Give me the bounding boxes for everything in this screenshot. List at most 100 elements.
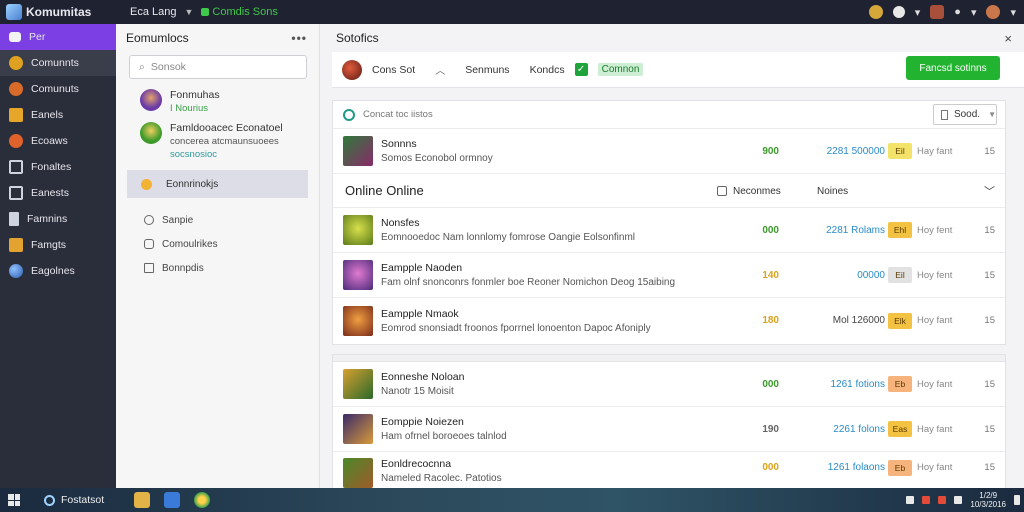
row-stat: Mol 126000 bbox=[832, 315, 885, 326]
filter-pill[interactable]: Comnon bbox=[597, 63, 644, 76]
status-indicator[interactable]: Comdis Sons bbox=[201, 6, 278, 18]
user-icon bbox=[144, 215, 154, 225]
results-panel: Concat toc iistos Sood. ▼ Sonnns Somos E… bbox=[332, 100, 1006, 345]
app-title: Komumitas bbox=[26, 5, 92, 19]
community-selected-item[interactable]: Eonnrinokjs bbox=[127, 170, 308, 198]
table-row[interactable]: Eonneshe Noloan Nanotr 15 Moisit 000 126… bbox=[333, 362, 1005, 407]
nav-label: Comunnts bbox=[31, 57, 79, 69]
bell-icon[interactable]: ● bbox=[954, 6, 961, 18]
clock-time: 1/2/9 bbox=[979, 491, 998, 500]
clock[interactable]: 1/2/9 10/3/2016 bbox=[970, 491, 1006, 509]
table-row[interactable]: Eampple Naoden Fam olnf snonconrs fonmle… bbox=[333, 253, 1005, 298]
table-row[interactable]: Eonldrecocnna Nameled Racolec. Patotios … bbox=[333, 452, 1005, 488]
row-badge[interactable]: Eas bbox=[888, 421, 912, 437]
security-icon[interactable] bbox=[922, 496, 931, 504]
nav-item-home[interactable]: Per bbox=[0, 24, 116, 50]
browser-icon[interactable] bbox=[194, 492, 211, 508]
nav-item-gifts[interactable]: Eanels bbox=[0, 102, 116, 128]
row-extra: Hay fant bbox=[917, 423, 953, 435]
row-badge[interactable]: Eb bbox=[888, 460, 912, 476]
column-header[interactable]: Noines bbox=[817, 186, 848, 197]
table-row[interactable]: Nonsfes Eomnooedoc Nam lonnlomy fomrose … bbox=[333, 208, 1005, 253]
checkbox-icon[interactable] bbox=[717, 186, 727, 196]
start-button-icon[interactable] bbox=[8, 494, 20, 506]
row-badge[interactable]: Eb bbox=[888, 376, 912, 392]
community-search-input[interactable]: ⌕ Sonsok bbox=[129, 55, 307, 79]
close-icon[interactable]: × bbox=[1004, 31, 1012, 46]
row-thumbnail bbox=[343, 136, 373, 166]
table-row[interactable]: Eampple Nmaok Eomrod snonsiadt froonos f… bbox=[333, 298, 1005, 343]
row-count: 15 bbox=[984, 378, 995, 390]
community-link-comments[interactable]: Comoulrikes bbox=[116, 232, 319, 256]
app-brand[interactable]: Komumitas bbox=[0, 0, 116, 24]
community-link-bonus[interactable]: Bonnpdis bbox=[116, 256, 319, 280]
folder-icon[interactable] bbox=[134, 492, 151, 508]
row-title: Sonnns bbox=[381, 138, 417, 150]
flag-icon bbox=[9, 212, 19, 226]
tab-members[interactable]: Senmuns bbox=[465, 64, 509, 76]
community-list-item[interactable]: Famldooacec Econatoel concerea atcmaunsu… bbox=[116, 114, 319, 160]
settings-icon[interactable]: ▾ bbox=[971, 6, 977, 19]
community-list-item[interactable]: Fonmuhas I Nourius bbox=[116, 79, 319, 114]
tab-kinds[interactable]: Kondcs bbox=[530, 64, 565, 76]
row-score: 900 bbox=[762, 145, 779, 157]
sort-select[interactable]: Sood. ▼ bbox=[933, 104, 997, 125]
chevron-up-icon[interactable]: ︿ bbox=[435, 62, 445, 77]
globe-icon[interactable] bbox=[892, 6, 905, 18]
primary-action-button[interactable]: Fancsd sotinns bbox=[906, 56, 1000, 80]
checkbox-checked[interactable]: ✓ bbox=[574, 63, 588, 76]
chevron-down-icon[interactable]: ▾ bbox=[1010, 6, 1016, 19]
clock-date: 10/3/2016 bbox=[970, 500, 1006, 509]
row-thumbnail bbox=[343, 305, 373, 336]
community-link-sample[interactable]: Sanpie bbox=[116, 208, 319, 232]
row-badge[interactable]: Eil bbox=[888, 267, 912, 283]
user-name[interactable]: Cons Sot bbox=[372, 64, 415, 76]
filter-label[interactable]: Concat toc iistos bbox=[363, 109, 433, 120]
window-icon bbox=[9, 160, 23, 174]
user-avatar[interactable] bbox=[986, 5, 1001, 19]
taskbar-search-label: Fostatsot bbox=[61, 494, 105, 506]
filter-bar: Concat toc iistos Sood. ▼ bbox=[333, 101, 1005, 129]
column-header[interactable]: Neconmes bbox=[733, 186, 781, 197]
nav-item-trophies[interactable]: Famgts bbox=[0, 232, 116, 258]
chevron-down-icon[interactable]: ﹀ bbox=[984, 183, 995, 199]
row-count: 15 bbox=[984, 269, 995, 281]
row-title: Eampple Naoden bbox=[381, 262, 463, 274]
row-badge[interactable]: Eil bbox=[888, 143, 912, 159]
main-content: Sotofics × Cons Sot ︿ Senmuns Kondcs ✓ C… bbox=[320, 24, 1024, 488]
chevron-down-icon[interactable]: ▼ bbox=[184, 7, 193, 17]
language-menu[interactable]: Eca Lang bbox=[130, 6, 176, 18]
nav-item-games[interactable]: Comunuts bbox=[0, 76, 116, 102]
more-options-icon[interactable]: ••• bbox=[291, 31, 307, 45]
volume-icon[interactable] bbox=[954, 496, 963, 504]
left-navigation: Per Comunnts Comunuts Eanels Ecoaws Fona… bbox=[0, 24, 116, 488]
avatar[interactable] bbox=[930, 5, 945, 19]
taskbar-search[interactable]: Fostatsot bbox=[44, 494, 104, 506]
row-badge[interactable]: Elk bbox=[888, 312, 912, 329]
community-title: Famldooacec Econatoel bbox=[170, 122, 283, 134]
nav-item-windows[interactable]: Fonaltes bbox=[0, 154, 116, 180]
search-icon: ⌕ bbox=[139, 60, 145, 73]
row-badge[interactable]: Ehl bbox=[888, 222, 912, 238]
link-label: Sanpie bbox=[162, 214, 194, 226]
user-avatar[interactable] bbox=[342, 59, 362, 80]
chevron-down-icon[interactable]: ▾ bbox=[915, 6, 921, 19]
store-icon[interactable] bbox=[164, 492, 181, 508]
alert-icon[interactable] bbox=[938, 496, 947, 504]
nav-item-events[interactable]: Eanests bbox=[0, 180, 116, 206]
table-row[interactable]: Sonnns Somos Econobol ormnoy 900 2281 50… bbox=[333, 129, 1005, 174]
nav-label: Famnins bbox=[27, 213, 68, 225]
nav-item-communities[interactable]: Comunnts bbox=[0, 50, 116, 76]
nav-item-emotes[interactable]: Ecoaws bbox=[0, 128, 116, 154]
search-icon bbox=[44, 494, 55, 506]
nav-item-flags[interactable]: Famnins bbox=[0, 206, 116, 232]
row-thumbnail bbox=[343, 260, 373, 290]
nav-item-global[interactable]: Eagolnes bbox=[0, 258, 116, 284]
notifications-icon[interactable] bbox=[1014, 495, 1020, 505]
sticker-icon[interactable] bbox=[868, 5, 883, 19]
row-count: 15 bbox=[984, 423, 995, 435]
community-icon bbox=[141, 178, 152, 190]
table-row[interactable]: Eomppie Noiezen Ham ofrnel boroeoes taln… bbox=[333, 407, 1005, 452]
network-icon[interactable] bbox=[906, 496, 915, 504]
community-avatar bbox=[140, 89, 162, 111]
